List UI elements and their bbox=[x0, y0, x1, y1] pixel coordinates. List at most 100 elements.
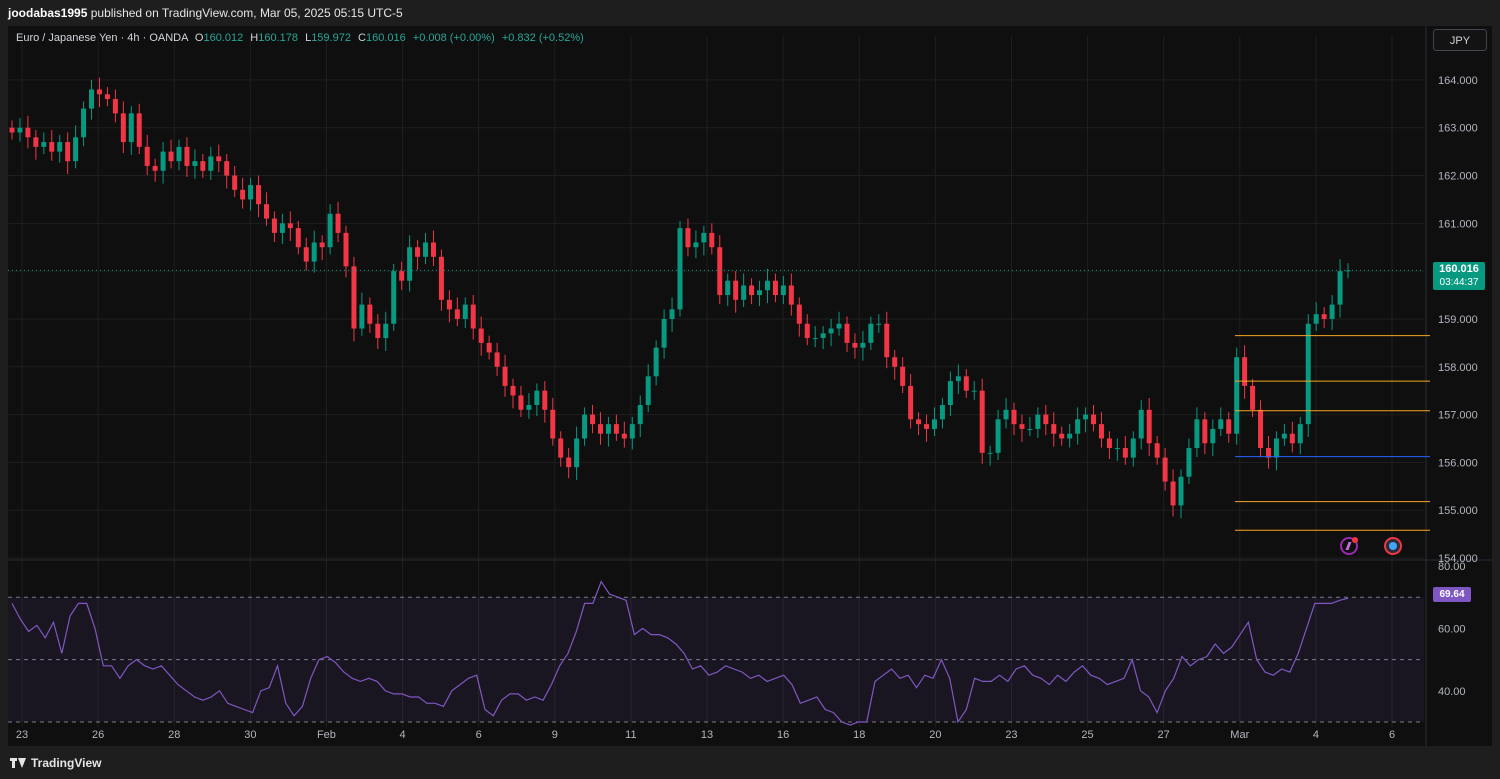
candle-body bbox=[693, 242, 699, 248]
candle bbox=[57, 134, 63, 163]
candle bbox=[216, 144, 222, 173]
candle bbox=[367, 297, 373, 333]
candle bbox=[1170, 469, 1176, 517]
candle-body bbox=[9, 127, 15, 133]
candle-body bbox=[279, 223, 285, 233]
candle-body bbox=[343, 232, 349, 267]
candle bbox=[1027, 416, 1033, 437]
candle bbox=[33, 130, 39, 160]
candle bbox=[184, 137, 190, 177]
candle bbox=[1035, 407, 1041, 438]
candle bbox=[136, 103, 142, 155]
candle bbox=[502, 354, 508, 397]
publisher-name[interactable]: joodabas1995 bbox=[8, 6, 87, 20]
candle bbox=[852, 333, 858, 359]
candle-body bbox=[1226, 419, 1232, 434]
candle bbox=[971, 381, 977, 400]
candle-body bbox=[311, 242, 317, 262]
candle-body bbox=[478, 328, 484, 343]
candle-body bbox=[772, 280, 778, 296]
candle bbox=[939, 397, 945, 429]
candle-body bbox=[208, 156, 214, 171]
candle bbox=[120, 101, 126, 154]
candle-body bbox=[391, 271, 397, 324]
candle-body bbox=[41, 142, 47, 147]
candle-body bbox=[669, 309, 675, 319]
candle-body bbox=[1329, 304, 1335, 319]
candle bbox=[1003, 397, 1009, 429]
candle-body bbox=[303, 247, 309, 262]
candle-body bbox=[804, 323, 810, 339]
candle-body bbox=[446, 299, 452, 310]
candle-body bbox=[335, 213, 341, 233]
candle bbox=[892, 350, 898, 380]
candle-body bbox=[550, 409, 556, 439]
candle-body bbox=[454, 309, 460, 319]
candle-body bbox=[788, 285, 794, 305]
time-tick-label: 27 bbox=[1158, 729, 1170, 741]
price-tick-label: 158.000 bbox=[1438, 362, 1478, 374]
candle bbox=[796, 297, 802, 337]
candle-body bbox=[963, 376, 969, 391]
candle-body bbox=[717, 247, 723, 296]
candle-body bbox=[415, 247, 421, 257]
candle-body bbox=[1130, 438, 1136, 458]
candle bbox=[947, 371, 953, 417]
close-label: C bbox=[358, 32, 366, 44]
candle-body bbox=[160, 151, 166, 171]
candle-body bbox=[916, 419, 922, 425]
chart-frame[interactable]: 164.000163.000162.000161.000160.000159.0… bbox=[8, 26, 1492, 746]
time-tick-label: 23 bbox=[1005, 729, 1017, 741]
high-value: 160.178 bbox=[258, 32, 298, 44]
candle bbox=[494, 342, 500, 376]
candle-body bbox=[1067, 433, 1073, 439]
candle bbox=[764, 268, 770, 304]
lightning-icon[interactable] bbox=[1340, 537, 1358, 555]
chart-canvas[interactable]: 164.000163.000162.000161.000160.000159.0… bbox=[8, 26, 1492, 746]
candle bbox=[104, 87, 110, 107]
footer-brand[interactable]: TradingView bbox=[31, 756, 101, 770]
candle-body bbox=[979, 390, 985, 453]
candle-body bbox=[590, 414, 596, 425]
time-tick-label: 13 bbox=[701, 729, 713, 741]
close-value: 160.016 bbox=[365, 32, 406, 44]
candle-body bbox=[884, 323, 890, 358]
candle bbox=[319, 235, 325, 261]
candle bbox=[256, 175, 262, 218]
candle bbox=[168, 139, 174, 169]
candle bbox=[637, 395, 643, 438]
candle-body bbox=[955, 376, 961, 382]
candle bbox=[208, 146, 214, 180]
last-price-value: 160.016 bbox=[1439, 263, 1479, 275]
candle-body bbox=[152, 165, 158, 171]
candle bbox=[1154, 436, 1160, 465]
candle-body bbox=[502, 366, 508, 386]
candle bbox=[1281, 424, 1287, 446]
candle bbox=[470, 295, 476, 340]
candle bbox=[741, 273, 747, 307]
candle-body bbox=[510, 385, 516, 396]
publish-info-bar: joodabas1995 published on TradingView.co… bbox=[0, 0, 1500, 26]
candle bbox=[65, 132, 71, 175]
candle-body bbox=[423, 242, 429, 257]
candle-body bbox=[486, 342, 492, 353]
time-tick-label: 9 bbox=[552, 729, 558, 741]
candle-body bbox=[359, 304, 365, 329]
candle bbox=[446, 290, 452, 323]
candle bbox=[1130, 431, 1136, 467]
candle-body bbox=[995, 419, 1001, 453]
globe-icon[interactable] bbox=[1384, 537, 1402, 555]
price-tick-label: 157.000 bbox=[1438, 410, 1478, 422]
low-value: 159.972 bbox=[311, 32, 351, 44]
currency-button[interactable]: JPY bbox=[1433, 29, 1487, 51]
candle bbox=[73, 125, 79, 169]
candle-body bbox=[605, 424, 611, 434]
rsi-tick-label: 40.00 bbox=[1438, 686, 1466, 698]
horizontal-levels bbox=[1235, 335, 1430, 531]
candle bbox=[653, 340, 659, 386]
symbol-title[interactable]: Euro / Japanese Yen · 4h · OANDA bbox=[16, 32, 188, 44]
time-tick-label: 16 bbox=[777, 729, 789, 741]
candle-body bbox=[1043, 414, 1049, 425]
candle-body bbox=[112, 99, 118, 114]
candle-body bbox=[1273, 438, 1279, 458]
